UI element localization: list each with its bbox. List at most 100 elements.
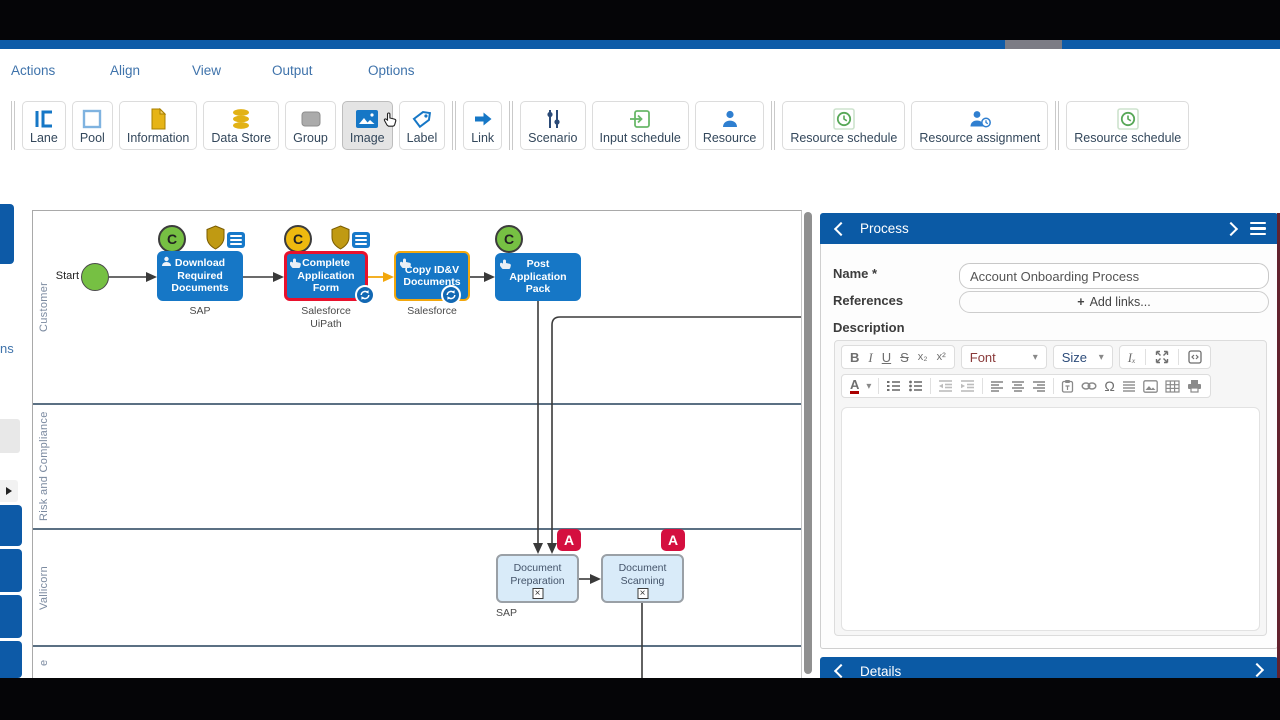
- toolbar-separator: [452, 101, 456, 150]
- toolbar-button-lane[interactable]: Lane: [22, 101, 66, 150]
- size-dropdown[interactable]: Size ▾: [1053, 345, 1113, 369]
- chevron-down-icon: ▾: [1099, 352, 1104, 363]
- left-panel-fragment[interactable]: [0, 204, 14, 264]
- italic-button[interactable]: I: [868, 351, 872, 364]
- description-editor[interactable]: B I U S x₂ x² Font ▾ Size ▾ Iₓ: [834, 340, 1267, 636]
- expand-right-icon[interactable]: [1224, 221, 1238, 235]
- input-schedule-icon: [629, 107, 651, 131]
- gateway-x-icon: ×: [637, 588, 648, 599]
- toolbar-button-pool[interactable]: Pool: [72, 101, 113, 150]
- collapse-left-icon[interactable]: [834, 664, 848, 678]
- menu-view[interactable]: View: [192, 63, 221, 78]
- app-root: { "menu": {"items": ["Actions", "Align",…: [0, 0, 1280, 720]
- toolbar-button-image[interactable]: Image: [342, 101, 393, 150]
- menu-output[interactable]: Output: [272, 63, 313, 78]
- add-links-button[interactable]: + Add links...: [959, 291, 1269, 313]
- bullet-list-button[interactable]: [908, 379, 923, 393]
- align-right-button[interactable]: [1032, 380, 1046, 393]
- manual-task-icon: [499, 256, 511, 274]
- font-dropdown[interactable]: Font ▾: [961, 345, 1047, 369]
- task-document-preparation[interactable]: Document Preparation ×: [496, 554, 579, 603]
- chevron-down-icon: ▾: [866, 381, 871, 392]
- underline-button[interactable]: U: [882, 351, 891, 364]
- toolbar-button-resource-schedule-2[interactable]: Resource schedule: [1066, 101, 1189, 150]
- left-expand-button[interactable]: [0, 480, 18, 502]
- lane-icon: [33, 107, 55, 131]
- notes-badge-icon[interactable]: [227, 232, 245, 248]
- sync-badge-icon: [355, 285, 375, 305]
- manual-task-icon: [289, 255, 301, 273]
- diagram-canvas[interactable]: Customer Risk and Compliance Vallicorn e…: [32, 210, 802, 679]
- image-icon: [356, 107, 378, 131]
- compliance-badge-yellow[interactable]: C: [284, 225, 312, 253]
- hand-cursor: [381, 110, 398, 132]
- system-label-sap: SAP: [488, 607, 579, 620]
- toolbar-button-group[interactable]: Group: [285, 101, 336, 150]
- subscript-button[interactable]: x₂: [918, 352, 928, 363]
- process-name-input[interactable]: [959, 263, 1269, 289]
- start-event-label: Start: [49, 270, 79, 282]
- text-color-button[interactable]: A: [850, 378, 859, 394]
- ordered-list-button[interactable]: [886, 379, 901, 393]
- insert-table-button[interactable]: [1165, 380, 1180, 393]
- menu-actions[interactable]: Actions: [11, 63, 55, 78]
- insert-image-button[interactable]: [1143, 380, 1158, 393]
- toolbar-separator: [771, 101, 775, 150]
- toolbar-button-resource-assignment[interactable]: Resource assignment: [911, 101, 1048, 150]
- start-event[interactable]: [81, 263, 109, 291]
- group-icon: [301, 107, 321, 131]
- left-panel-fragment[interactable]: [0, 549, 22, 592]
- notes-badge-icon[interactable]: [352, 232, 370, 248]
- left-panel-fragment[interactable]: [0, 595, 22, 638]
- increase-indent-button[interactable]: [960, 379, 975, 393]
- references-field-label: References: [833, 293, 903, 308]
- align-center-button[interactable]: [1011, 380, 1025, 393]
- bold-button[interactable]: B: [850, 351, 859, 364]
- data-store-icon: [231, 107, 251, 131]
- toolbar-button-link[interactable]: Link: [463, 101, 502, 150]
- description-field-label: Description: [833, 320, 905, 335]
- align-left-button[interactable]: [990, 380, 1004, 393]
- decrease-indent-button[interactable]: [938, 379, 953, 393]
- toolbar-button-input-schedule[interactable]: Input schedule: [592, 101, 689, 150]
- special-character-button[interactable]: Ω: [1104, 379, 1114, 393]
- toolbar-button-label[interactable]: Label: [399, 101, 446, 150]
- source-button[interactable]: [1188, 350, 1202, 364]
- strikethrough-button[interactable]: S: [900, 351, 909, 364]
- left-gray-fragment[interactable]: [0, 419, 20, 453]
- toolbar-button-scenario[interactable]: Scenario: [520, 101, 585, 150]
- toolbar-button-resource-schedule[interactable]: Resource schedule: [782, 101, 905, 150]
- left-panel-fragment[interactable]: [0, 641, 22, 678]
- panel-menu-icon[interactable]: [1250, 222, 1266, 236]
- toolbar-button-data-store[interactable]: Data Store: [203, 101, 279, 150]
- description-textarea[interactable]: [841, 407, 1260, 631]
- expand-right-icon[interactable]: [1250, 663, 1264, 677]
- menu-options[interactable]: Options: [368, 63, 415, 78]
- panel-title: Process: [860, 221, 909, 236]
- toolbar-button-resource[interactable]: Resource: [695, 101, 765, 150]
- task-document-scanning[interactable]: Document Scanning ×: [601, 554, 684, 603]
- insert-link-button[interactable]: [1081, 381, 1097, 391]
- superscript-button[interactable]: x²: [937, 352, 946, 363]
- menu-align[interactable]: Align: [110, 63, 140, 78]
- compliance-badge-green[interactable]: C: [495, 225, 523, 253]
- system-label-salesforce-uipath: Salesforce UiPath: [280, 305, 372, 331]
- horizontal-rule-button[interactable]: [1122, 380, 1136, 393]
- resource-schedule-clock-icon: [833, 107, 855, 131]
- print-button[interactable]: [1187, 379, 1202, 393]
- automation-badge[interactable]: A: [661, 529, 685, 551]
- process-panel-header[interactable]: Process: [820, 213, 1278, 244]
- remove-format-button[interactable]: Iₓ: [1128, 351, 1136, 364]
- compliance-badge-green[interactable]: C: [158, 225, 186, 253]
- automation-badge[interactable]: A: [557, 529, 581, 551]
- toolbar-button-information[interactable]: Information: [119, 101, 198, 150]
- left-panel-fragment[interactable]: [0, 505, 22, 546]
- link-arrow-icon: [472, 107, 494, 131]
- maximize-button[interactable]: [1155, 350, 1169, 364]
- accent-strip-segment: [1005, 40, 1062, 49]
- paste-text-button[interactable]: [1061, 379, 1074, 393]
- canvas-vertical-scrollbar[interactable]: [804, 212, 812, 674]
- name-field-label: Name *: [833, 266, 877, 281]
- collapse-left-icon[interactable]: [834, 221, 848, 235]
- gateway-x-icon: ×: [532, 588, 543, 599]
